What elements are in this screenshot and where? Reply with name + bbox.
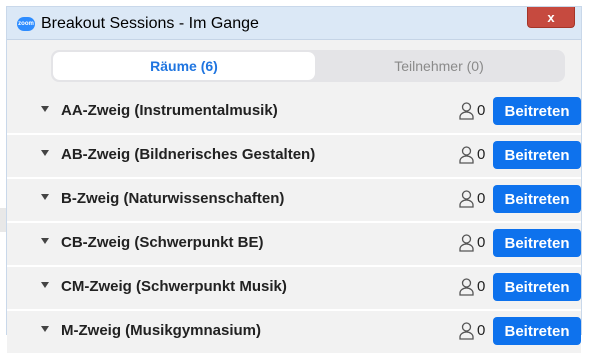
participant-count: 0 (477, 322, 486, 339)
tab-rooms[interactable]: Räume (6) (53, 52, 315, 80)
room-row[interactable]: AB-Zweig (Bildnerisches Gestalten) 0 Bei… (7, 135, 581, 179)
chevron-down-icon[interactable] (41, 282, 49, 288)
person-icon (459, 102, 474, 120)
room-row[interactable]: AA-Zweig (Instrumentalmusik) 0 Beitreten (7, 91, 581, 135)
room-row[interactable]: M-Zweig (Musikgymnasium) 0 Beitreten (7, 311, 581, 355)
chevron-down-icon[interactable] (41, 150, 49, 156)
title-bar[interactable]: zoom Breakout Sessions - Im Gange x (7, 7, 581, 40)
join-button[interactable]: Beitreten (493, 185, 581, 213)
person-icon (459, 322, 474, 340)
tab-participants[interactable]: Teilnehmer (0) (315, 52, 563, 80)
tab-bar: Räume (6) Teilnehmer (0) (51, 50, 565, 82)
room-name: AB-Zweig (Bildnerisches Gestalten) (61, 146, 316, 163)
join-button[interactable]: Beitreten (493, 273, 581, 301)
chevron-down-icon[interactable] (41, 194, 49, 200)
participant-count: 0 (477, 102, 486, 119)
join-button[interactable]: Beitreten (493, 317, 581, 345)
room-name: B-Zweig (Naturwissenschaften) (61, 190, 285, 207)
person-icon (459, 234, 474, 252)
person-icon (459, 146, 474, 164)
room-name: CM-Zweig (Schwerpunkt Musik) (61, 278, 287, 295)
chevron-down-icon[interactable] (41, 106, 49, 112)
participant-count: 0 (477, 278, 486, 295)
zoom-app-icon: zoom (17, 17, 35, 31)
room-row[interactable]: B-Zweig (Naturwissenschaften) 0 Beitrete… (7, 179, 581, 223)
close-button[interactable]: x (527, 7, 575, 28)
join-button[interactable]: Beitreten (493, 141, 581, 169)
chevron-down-icon[interactable] (41, 238, 49, 244)
room-name: CB-Zweig (Schwerpunkt BE) (61, 234, 264, 251)
participant-count: 0 (477, 146, 486, 163)
room-list: AA-Zweig (Instrumentalmusik) 0 Beitreten… (7, 91, 581, 355)
join-button[interactable]: Beitreten (493, 97, 581, 125)
window-title: Breakout Sessions - Im Gange (41, 15, 259, 32)
participant-count: 0 (477, 234, 486, 251)
room-row[interactable]: CM-Zweig (Schwerpunkt Musik) 0 Beitreten (7, 267, 581, 311)
person-icon (459, 278, 474, 296)
room-row[interactable]: CB-Zweig (Schwerpunkt BE) 0 Beitreten (7, 223, 581, 267)
join-button[interactable]: Beitreten (493, 229, 581, 257)
room-name: AA-Zweig (Instrumentalmusik) (61, 102, 278, 119)
chevron-down-icon[interactable] (41, 326, 49, 332)
person-icon (459, 190, 474, 208)
room-name: M-Zweig (Musikgymnasium) (61, 322, 262, 339)
participant-count: 0 (477, 190, 486, 207)
breakout-sessions-window: zoom Breakout Sessions - Im Gange x Räum… (6, 6, 582, 355)
